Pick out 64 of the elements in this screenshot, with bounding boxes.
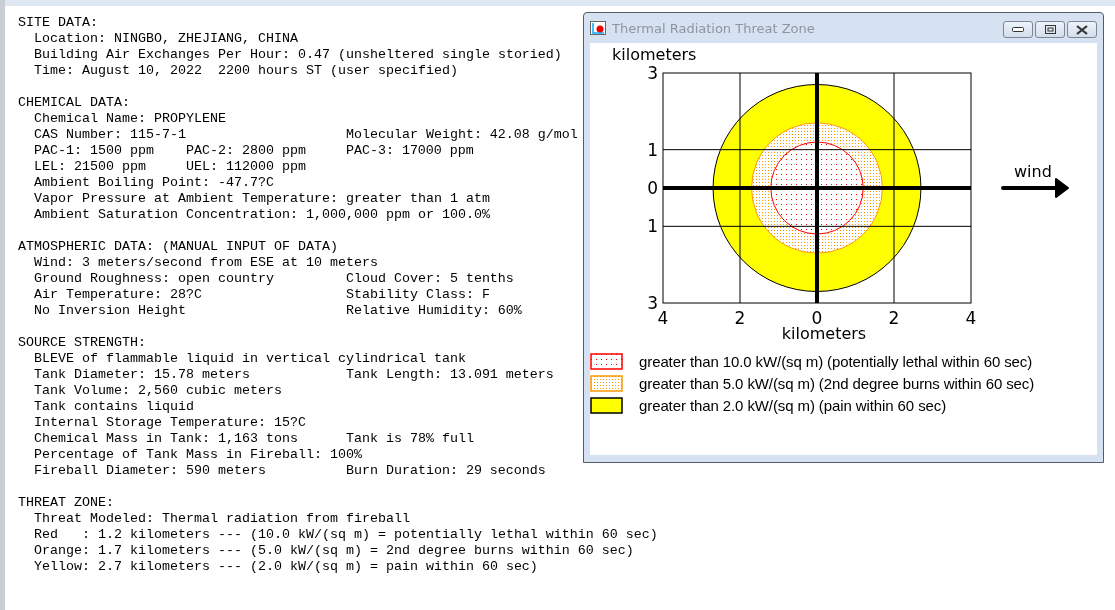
summary-text: Chemical Mass in Tank: 1,163 tons [34,431,298,447]
summary-text: Tank is 78% full [345,431,474,447]
summary-text: Building Air Exchanges Per Hour: 0.47 (unsheltered single storied) [34,47,562,63]
section-heading: ATMOSPHERIC DATA: (MANUAL INPUT OF DATA) [18,239,338,255]
minimize-icon [1012,27,1024,32]
summary-text: Ambient Boiling Point: -47.7?C [34,175,274,191]
summary-text: Vapor Pressure at Ambient Temperature: greater than 1 atm [34,191,490,207]
summary-text: Internal Storage Temperature: 15?C [34,415,306,431]
axis-label: kilometers [612,45,697,64]
summary-text: Percentage of Tank Mass in Fireball: 100% [34,447,362,463]
summary-text: Molecular Weight: 42.08 g/mol [345,127,578,143]
summary-text: Ambient Saturation Concentration: 1,000,000 ppm or 100.0% [34,207,490,223]
summary-text: Wind: 3 meters/second from ESE at 10 meters [34,255,378,271]
summary-text: Tank Diameter: 15.78 meters [34,367,250,383]
section-heading: THREAT ZONE: [18,495,114,511]
close-icon [1076,24,1088,35]
summary-text: LEL: 21500 ppm [34,159,146,175]
axis-tick-label: 3 [647,63,658,83]
summary-text: Air Temperature: 28?C [34,287,202,303]
maximize-icon [1044,25,1056,34]
legend-label: greater than 10.0 kW/(sq m) (potentially lethal within 60 sec) [639,353,1033,370]
summary-text: Tank contains liquid [34,399,194,415]
chart-icon [590,21,606,35]
close-button[interactable] [1067,21,1097,38]
section-heading: SOURCE STRENGTH: [18,335,146,351]
summary-text: Chemical Name: PROPYLENE [34,111,226,127]
summary-text: PAC-3: 17000 ppm [345,143,474,159]
summary-text: CAS Number: 115-7-1 [34,127,186,143]
maximize-button[interactable] [1035,21,1065,38]
axis-tick-label: 3 [647,293,658,313]
summary-text: Relative Humidity: 60% [345,303,522,319]
summary-text: Tank Length: 13.091 meters [345,367,554,383]
wind-arrow-icon [1001,178,1069,198]
summary-text: PAC-1: 1500 ppm [34,143,154,159]
summary-text: Location: NINGBO, ZHEJIANG, CHINA [34,31,298,47]
summary-text: BLEVE of flammable liquid in vertical cylindrical tank [34,351,466,367]
section-heading: CHEMICAL DATA: [18,95,130,111]
axis-tick-label: 2 [888,308,900,328]
summary-text: Threat Modeled: Thermal radiation from fireball [34,511,410,527]
summary-text: Fireball Diameter: 590 meters [34,463,266,479]
summary-text: Cloud Cover: 5 tenths [345,271,514,287]
summary-text: Tank Volume: 2,560 cubic meters [34,383,282,399]
axis-tick-label: 4 [965,308,977,328]
wind-label: wind [1014,162,1052,181]
summary-text: No Inversion Height [34,303,186,319]
summary-text: Ground Roughness: open country [34,271,274,287]
axis-tick-label: 0 [647,178,658,198]
summary-text: Burn Duration: 29 seconds [345,463,546,479]
axis-tick-label: 1 [647,139,658,160]
summary-text: Time: August 10, 2022 2200 hours ST (user specified) [34,63,458,79]
axis-tick-label: 1 [647,216,658,237]
legend-label: greater than 2.0 kW/(sq m) (pain within 60 sec) [639,397,947,414]
axis-tick-label: 2 [734,308,746,328]
summary-text: Red : 1.2 kilometers --- (10.0 kW/(sq m) = potentially lethal within 60 sec) [34,527,658,543]
summary-text: PAC-2: 2800 ppm [185,143,306,159]
window-title: Thermal Radiation Threat Zone [612,20,816,36]
summary-text: UEL: 112000 ppm [185,159,306,175]
summary-text: Yellow: 2.7 kilometers --- (2.0 kW/(sq m) = pain within 60 sec) [34,559,538,575]
summary-text: Stability Class: F [345,287,490,303]
legend-label: greater than 5.0 kW/(sq m) (2nd degree burns within 60 sec) [639,375,1035,392]
section-heading: SITE DATA: [18,15,98,31]
minimize-button[interactable] [1003,21,1033,38]
summary-text: Orange: 1.7 kilometers --- (5.0 kW/(sq m) = 2nd degree burns within 60 sec) [34,543,634,559]
axis-tick-label: 4 [657,308,669,328]
